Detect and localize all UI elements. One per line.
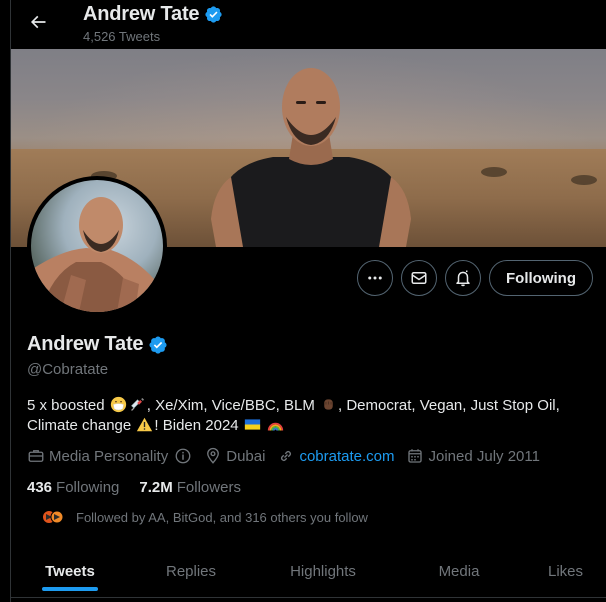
profile-display-name: Andrew Tate [27, 333, 144, 355]
profile-joined: Joined July 2011 [406, 447, 540, 465]
profile-bio: 5 x boosted , Xe/Xim, Vice/BBC, BLM , De… [27, 396, 560, 434]
profile-category: Media Personality [27, 447, 192, 465]
back-button[interactable] [24, 8, 52, 36]
warning-emoji [137, 417, 153, 432]
ukraine-flag-emoji [244, 419, 260, 430]
raised-fist-emoji [324, 399, 333, 410]
followed-by[interactable]: Followed by AA, BitGod, and 316 others y… [42, 508, 368, 526]
tab-tweets[interactable]: Tweets [11, 551, 129, 591]
website-link[interactable]: cobratate.com [299, 448, 394, 465]
tab-media[interactable]: Media [393, 551, 525, 591]
link-icon [281, 450, 292, 462]
back-arrow-icon [30, 15, 46, 29]
header-display-name: Andrew Tate [83, 3, 200, 25]
bell-icon [456, 270, 470, 287]
following-button[interactable]: Following [489, 260, 593, 296]
location-pin-icon [207, 447, 220, 464]
calendar-icon [408, 449, 423, 463]
tab-replies[interactable]: Replies [129, 551, 253, 591]
active-tab-indicator [42, 587, 98, 591]
profile-tabs: Tweets Replies Highlights Media Likes [11, 551, 606, 602]
following-stat[interactable]: 436 Following [27, 479, 119, 496]
tab-likes[interactable]: Likes [525, 551, 606, 591]
followers-stat[interactable]: 7.2M Followers [139, 479, 241, 496]
notifications-button[interactable] [445, 260, 481, 296]
more-button[interactable] [357, 260, 393, 296]
profile-website[interactable]: cobratate.com [277, 447, 394, 465]
verified-badge-icon [205, 6, 222, 23]
verified-badge-icon[interactable] [148, 335, 168, 355]
tabs-divider [11, 597, 606, 598]
syringe-emoji [130, 397, 144, 411]
more-icon [368, 276, 382, 280]
rainbow-emoji [267, 422, 284, 431]
profile-meta: Media Personality Dubai cobratate.com Jo… [27, 447, 552, 465]
follow-stats: 436 Following 7.2M Followers [27, 479, 241, 496]
follower-avatars-icon [43, 510, 64, 524]
face-with-mask-emoji [110, 396, 126, 413]
briefcase-icon [28, 450, 44, 462]
mail-icon [411, 272, 427, 284]
profile-location: Dubai [204, 447, 265, 465]
avatar-photo [31, 197, 163, 312]
info-icon[interactable] [174, 447, 192, 465]
tab-highlights[interactable]: Highlights [253, 551, 393, 591]
profile-avatar[interactable] [27, 176, 167, 316]
profile-header: Andrew Tate 4,526 Tweets [0, 0, 606, 48]
message-button[interactable] [401, 260, 437, 296]
profile-handle: @Cobratate [27, 361, 109, 378]
tweet-count: 4,526 Tweets [83, 29, 161, 44]
